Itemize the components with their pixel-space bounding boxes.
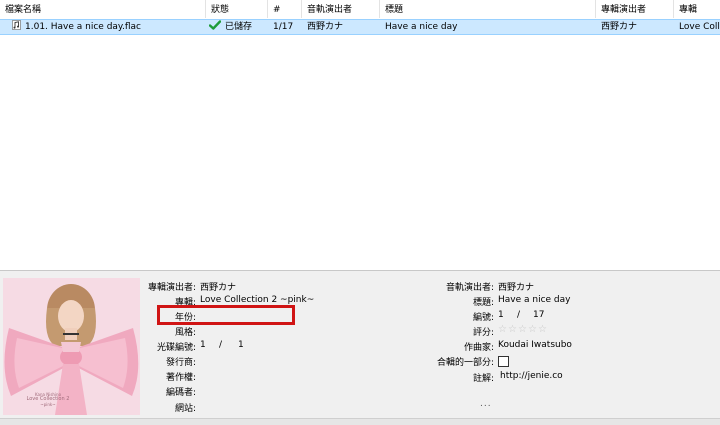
- compilation-label: 合輯的一部分:: [436, 358, 494, 368]
- track-artist-label: 音軌演出者:: [445, 283, 494, 293]
- audio-file-icon: [12, 20, 21, 30]
- more-fields-indicator[interactable]: ...: [480, 399, 492, 409]
- album-artist-label: 專輯演出者:: [147, 283, 196, 293]
- star-icon[interactable]: ☆: [538, 325, 547, 335]
- column-header-album[interactable]: 專輯: [674, 0, 720, 18]
- file-cell-filename: 1.01. Have a nice day.flac: [0, 20, 206, 34]
- rating-stars[interactable]: ☆☆☆☆☆: [498, 325, 548, 335]
- compilation-checkbox[interactable]: [498, 356, 509, 367]
- star-icon[interactable]: ☆: [518, 325, 527, 335]
- column-header-status[interactable]: 狀態: [206, 0, 268, 18]
- title-value[interactable]: Have a nice day: [498, 295, 571, 305]
- publisher-label: 發行商:: [165, 358, 196, 368]
- composer-label: 作曲家:: [463, 343, 494, 353]
- star-icon[interactable]: ☆: [508, 325, 517, 335]
- file-cell-track-artist: 西野カナ: [307, 22, 344, 32]
- encoded-by-label: 編碼者:: [165, 388, 196, 398]
- composer-value[interactable]: Koudai Iwatsubo: [498, 340, 572, 350]
- file-cell-title: Have a nice day: [385, 22, 458, 32]
- track-number-value[interactable]: 1: [498, 310, 504, 320]
- album-cover-art[interactable]: Kana Nishino Love Collection 2 ~pink~: [3, 278, 140, 415]
- column-header-number[interactable]: #: [268, 0, 302, 18]
- file-cell-status: 已儲存: [206, 20, 268, 34]
- check-icon: [209, 20, 221, 30]
- column-header-track-artist[interactable]: 音軌演出者: [302, 0, 380, 18]
- cover-text: Kana Nishino Love Collection 2 ~pink~: [26, 392, 70, 407]
- file-cell-number: 1/17: [273, 22, 294, 32]
- star-icon[interactable]: ☆: [528, 325, 537, 335]
- url-label: 網站:: [174, 404, 196, 414]
- star-icon[interactable]: ☆: [498, 325, 507, 335]
- file-name-text: 1.01. Have a nice day.flac: [25, 22, 141, 32]
- file-row[interactable]: 1.01. Have a nice day.flac 已儲存 1/17 西野カナ…: [0, 19, 720, 35]
- rating-label: 評分:: [472, 328, 494, 338]
- tag-details-panel: Kana Nishino Love Collection 2 ~pink~ 專輯…: [0, 270, 720, 419]
- copyright-label: 著作權:: [165, 373, 196, 383]
- file-cell-album: Love Collec: [679, 22, 720, 32]
- track-number-label: 編號:: [472, 313, 494, 323]
- title-label: 標題:: [472, 298, 494, 308]
- highlight-annotation-box: [157, 305, 295, 325]
- disc-total-value[interactable]: 1: [238, 340, 244, 350]
- file-cell-album-artist: 西野カナ: [601, 22, 638, 32]
- genre-label: 風格:: [174, 328, 196, 338]
- column-header-filename[interactable]: 檔案名稱: [0, 0, 206, 18]
- disc-number-value[interactable]: 1: [200, 340, 206, 350]
- file-list[interactable]: 1.01. Have a nice day.flac 已儲存 1/17 西野カナ…: [0, 18, 720, 270]
- track-total-value[interactable]: 17: [533, 310, 544, 320]
- track-artist-value[interactable]: 西野カナ: [498, 280, 534, 293]
- comment-label: 註解:: [472, 374, 494, 384]
- album-value[interactable]: Love Collection 2 ~pink~: [200, 295, 314, 305]
- track-number-separator: /: [517, 310, 521, 320]
- disc-number-separator: /: [219, 340, 223, 350]
- column-header-album-artist[interactable]: 專輯演出者: [596, 0, 674, 18]
- comment-value[interactable]: http://jenie.co: [500, 371, 563, 381]
- file-list-header: 檔案名稱 狀態 # 音軌演出者 標題 專輯演出者 專輯: [0, 0, 720, 19]
- status-text: 已儲存: [225, 22, 253, 32]
- column-header-title[interactable]: 標題: [380, 0, 596, 18]
- disc-number-label: 光碟編號:: [156, 343, 196, 353]
- album-artist-value[interactable]: 西野カナ: [200, 280, 236, 293]
